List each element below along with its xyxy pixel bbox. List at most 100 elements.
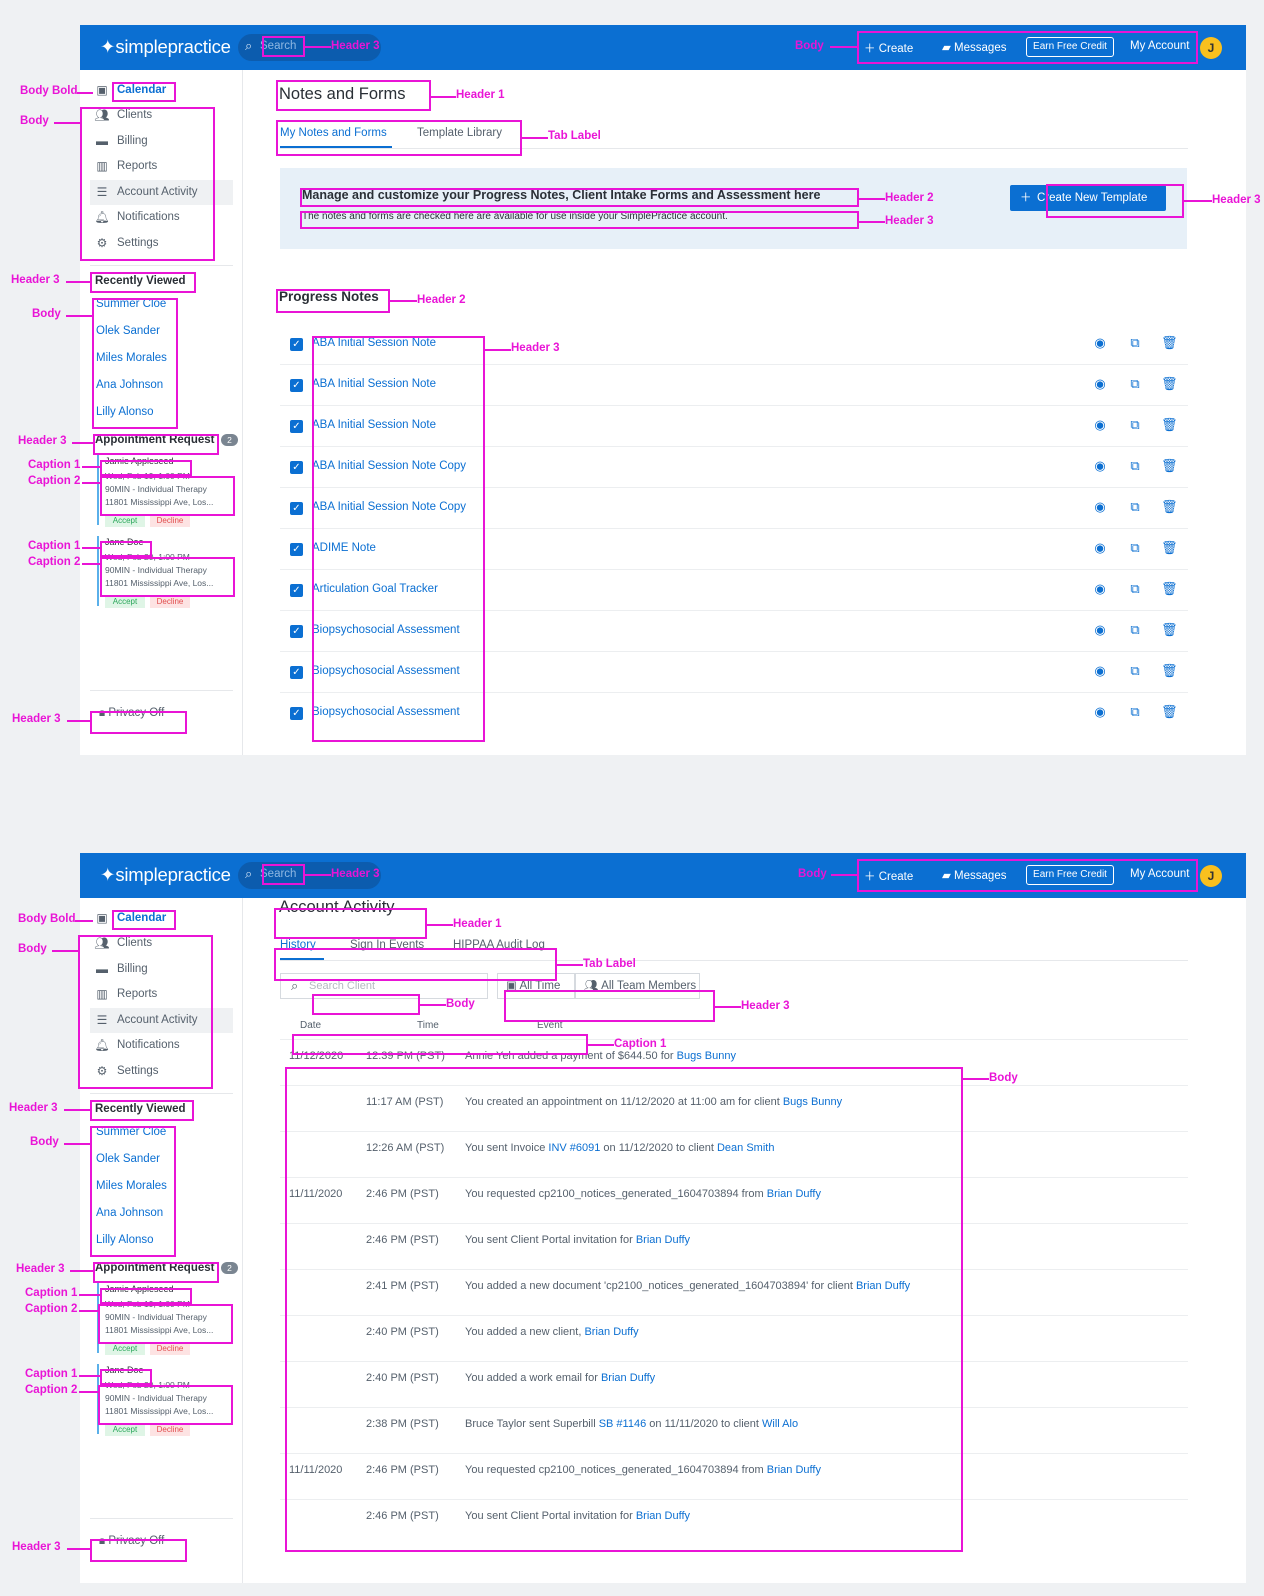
checkbox[interactable]: ✓ [290, 625, 303, 638]
annotation-leader [75, 920, 93, 922]
eye-icon[interactable]: ◉ [1092, 376, 1108, 392]
annotation-label: Body [795, 40, 824, 52]
annotation-leader [64, 1143, 90, 1145]
annotation-box [274, 908, 427, 939]
checkbox[interactable]: ✓ [290, 502, 303, 515]
duplicate-icon[interactable]: ⧉ [1127, 335, 1143, 351]
annotation-leader [305, 46, 331, 48]
annotation-leader [557, 964, 583, 966]
annotation-label: Body Bold [18, 913, 76, 925]
annotation-leader [79, 1310, 98, 1312]
annotation-label: Header 1 [456, 89, 505, 101]
annotation-box [285, 1067, 963, 1552]
search-icon: ⌕ [245, 866, 253, 881]
checkbox[interactable]: ✓ [290, 420, 303, 433]
annotation-leader [52, 950, 78, 952]
column-header-time: Time [417, 1020, 439, 1031]
annotation-label: Body Bold [20, 85, 78, 97]
duplicate-icon[interactable]: ⧉ [1127, 704, 1143, 720]
eye-icon[interactable]: ◉ [1092, 622, 1108, 638]
notes-forms-screen: ✦simplepractice ⌕ Search ＋ Create ▰ Mess… [80, 25, 1246, 755]
annotation-leader [67, 720, 90, 722]
annotation-leader [963, 1078, 989, 1080]
checkbox[interactable]: ✓ [290, 707, 303, 720]
checkbox[interactable]: ✓ [290, 543, 303, 556]
duplicate-icon[interactable]: ⧉ [1127, 581, 1143, 597]
annotation-label: Caption 1 [25, 1287, 78, 1299]
annotation-label: Header 3 [11, 274, 60, 286]
sidebar-divider [90, 1093, 233, 1094]
annotation-leader [79, 1375, 100, 1377]
annotation-leader [54, 122, 80, 124]
eye-icon[interactable]: ◉ [1092, 458, 1108, 474]
annotation-label: Header 3 [511, 342, 560, 354]
trash-icon[interactable]: 🗑︎ [1161, 581, 1178, 597]
checkbox[interactable]: ✓ [290, 666, 303, 679]
eye-icon[interactable]: ◉ [1092, 499, 1108, 515]
checkbox[interactable]: ✓ [290, 461, 303, 474]
appointment-count-badge: 2 [221, 1262, 238, 1274]
annotation-leader [420, 1004, 446, 1006]
checkbox[interactable]: ✓ [290, 338, 303, 351]
sidebar-divider [90, 690, 233, 691]
annotation-label: Header 3 [16, 1263, 65, 1275]
eye-icon[interactable]: ◉ [1092, 704, 1108, 720]
avatar[interactable]: J [1200, 37, 1222, 59]
annotation-box [262, 864, 305, 885]
annotation-leader [70, 1270, 93, 1272]
duplicate-icon[interactable]: ⧉ [1127, 499, 1143, 515]
trash-icon[interactable]: 🗑︎ [1161, 622, 1178, 638]
calendar-icon: ▣ [96, 911, 108, 925]
logo-text: simplepractice [115, 864, 231, 885]
annotation-label: Caption 2 [28, 475, 81, 487]
eye-icon[interactable]: ◉ [1092, 581, 1108, 597]
trash-icon[interactable]: 🗑︎ [1161, 335, 1178, 351]
checkbox[interactable]: ✓ [290, 379, 303, 392]
annotation-leader [82, 547, 100, 549]
duplicate-icon[interactable]: ⧉ [1127, 622, 1143, 638]
brand-logo[interactable]: ✦simplepractice [100, 36, 231, 58]
duplicate-icon[interactable]: ⧉ [1127, 376, 1143, 392]
annotation-box [262, 36, 305, 57]
eye-icon[interactable]: ◉ [1092, 417, 1108, 433]
search-client-placeholder: Search Client [309, 980, 376, 992]
trash-icon[interactable]: 🗑︎ [1161, 540, 1178, 556]
annotation-label: Header 3 [331, 868, 380, 880]
eye-icon[interactable]: ◉ [1092, 540, 1108, 556]
appointment-count-badge: 2 [221, 434, 238, 446]
trash-icon[interactable]: 🗑︎ [1161, 417, 1178, 433]
annotation-box [100, 476, 235, 516]
annotation-label: Header 3 [1212, 194, 1261, 206]
annotation-leader [82, 482, 100, 484]
annotation-label: Caption 2 [25, 1384, 78, 1396]
duplicate-icon[interactable]: ⧉ [1127, 540, 1143, 556]
logo-text: simplepractice [115, 36, 231, 57]
annotation-label: Header 3 [885, 215, 934, 227]
trash-icon[interactable]: 🗑︎ [1161, 376, 1178, 392]
avatar[interactable]: J [1200, 865, 1222, 887]
annotation-leader [830, 46, 857, 48]
trash-icon[interactable]: 🗑︎ [1161, 499, 1178, 515]
annotation-box [276, 120, 522, 156]
annotation-leader [79, 1294, 100, 1296]
annotation-leader [305, 874, 331, 876]
annotation-leader [72, 442, 93, 444]
duplicate-icon[interactable]: ⧉ [1127, 663, 1143, 679]
eye-icon[interactable]: ◉ [1092, 663, 1108, 679]
logo-mark-icon: ✦ [100, 36, 116, 57]
logo-mark-icon: ✦ [100, 864, 116, 885]
annotation-label: Body [446, 998, 475, 1010]
duplicate-icon[interactable]: ⧉ [1127, 458, 1143, 474]
annotation-box [276, 289, 390, 313]
brand-logo[interactable]: ✦simplepractice [100, 864, 231, 886]
annotation-box [274, 948, 557, 981]
event-link[interactable]: Bugs Bunny [677, 1050, 736, 1062]
duplicate-icon[interactable]: ⧉ [1127, 417, 1143, 433]
trash-icon[interactable]: 🗑︎ [1161, 704, 1178, 720]
annotation-box [857, 31, 1198, 64]
trash-icon[interactable]: 🗑︎ [1161, 663, 1178, 679]
checkbox[interactable]: ✓ [290, 584, 303, 597]
trash-icon[interactable]: 🗑︎ [1161, 458, 1178, 474]
eye-icon[interactable]: ◉ [1092, 335, 1108, 351]
annotation-leader [82, 563, 100, 565]
